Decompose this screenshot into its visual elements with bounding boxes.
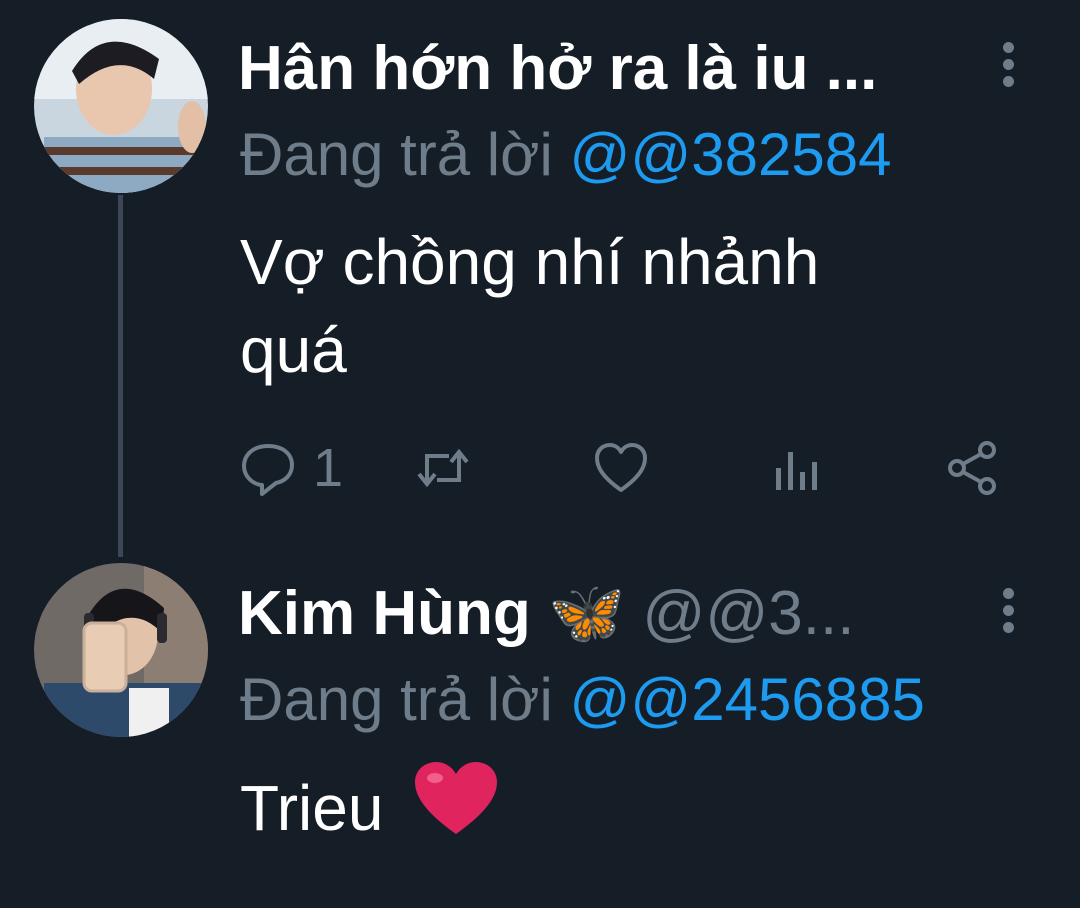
thread-connector-line bbox=[118, 195, 123, 557]
replying-to-line: Đang trả lời @@382584 bbox=[240, 125, 892, 185]
author-name[interactable]: Kim Hùng bbox=[238, 579, 531, 648]
tweet-text-content: Trieu bbox=[240, 772, 384, 844]
tweet-text-line-1: Vợ chồng nhí nhảnh bbox=[240, 226, 820, 298]
views-button[interactable] bbox=[766, 438, 826, 498]
like-icon bbox=[595, 443, 647, 492]
replying-to-line: Đang trả lời @@2456885 bbox=[240, 670, 925, 730]
tweet-actions: 1 bbox=[238, 438, 1018, 498]
retweet-button[interactable] bbox=[413, 438, 473, 498]
tweet-text: Vợ chồng nhí nhảnh quá bbox=[240, 218, 819, 394]
reply-button[interactable]: 1 bbox=[238, 438, 343, 498]
views-icon bbox=[776, 452, 817, 490]
replying-label: Đang trả lời bbox=[240, 121, 553, 188]
reply-count: 1 bbox=[313, 438, 344, 498]
share-icon bbox=[948, 441, 996, 495]
reply-icon bbox=[242, 444, 294, 496]
more-icon[interactable] bbox=[1001, 588, 1015, 638]
avatar-tweet-1[interactable] bbox=[34, 19, 208, 193]
share-button[interactable] bbox=[943, 438, 1003, 498]
replying-mention[interactable]: @@2456885 bbox=[569, 666, 924, 733]
replying-label: Đang trả lời bbox=[240, 666, 553, 733]
author-handle[interactable]: @@3... bbox=[642, 579, 854, 648]
like-button[interactable] bbox=[591, 438, 651, 498]
author-name[interactable]: Hân hớn hở ra là iu ... bbox=[238, 34, 877, 103]
replying-mention[interactable]: @@382584 bbox=[569, 121, 891, 188]
tweet-text-line-2: quá bbox=[240, 314, 347, 386]
more-icon[interactable] bbox=[1001, 42, 1015, 92]
retweet-icon bbox=[417, 448, 469, 488]
heart-emoji bbox=[415, 762, 498, 834]
butterfly-emoji: 🦋 bbox=[547, 579, 626, 648]
tweet-text: Trieu bbox=[240, 760, 499, 852]
avatar-tweet-2[interactable] bbox=[34, 563, 208, 737]
